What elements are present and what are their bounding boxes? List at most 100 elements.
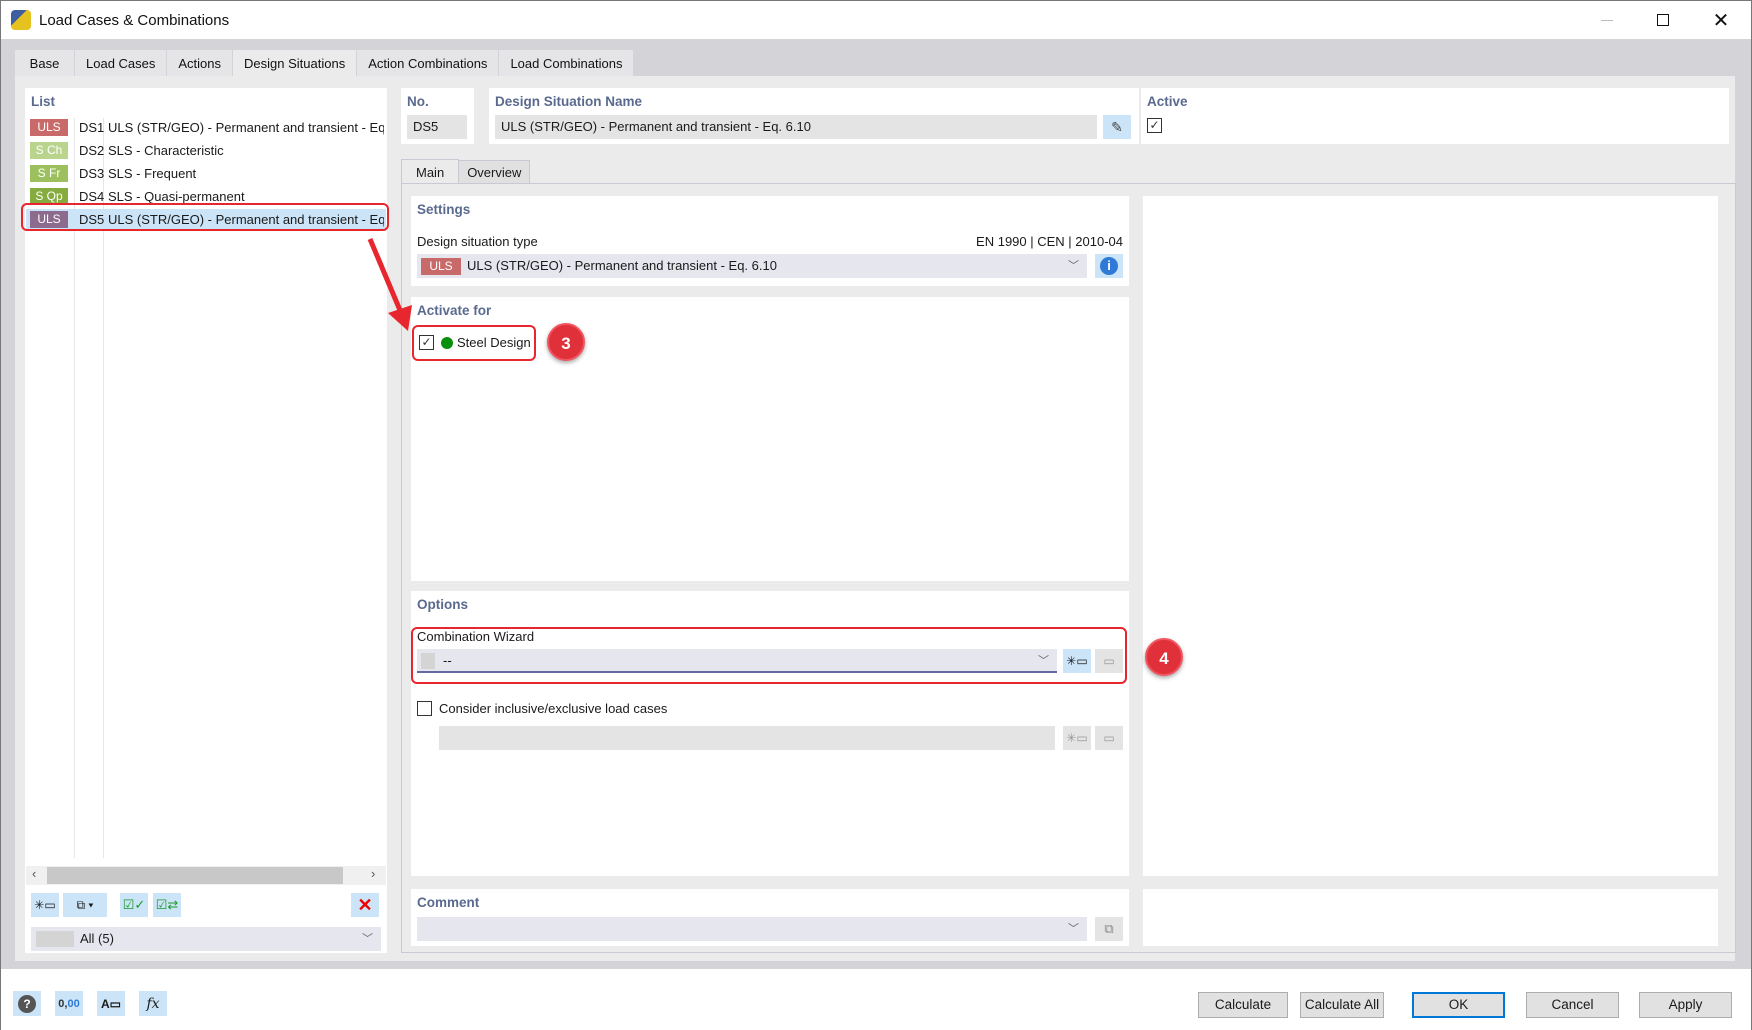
list-item-name: ULS (STR/GEO) - Permanent and transient … [108,120,384,135]
list-item-name: SLS - Quasi-permanent [108,189,245,204]
list-filter-select[interactable]: All (5) ﹀ [31,927,381,951]
filter-value: All (5) [80,931,114,946]
list-item[interactable]: S Ch DS2 SLS - Characteristic [26,140,386,162]
standard-label: EN 1990 | CEN | 2010-04 [976,234,1123,249]
help-button[interactable]: ? [13,991,41,1016]
list-item-id: DS4 [79,189,105,204]
active-panel: Active ✓ [1141,88,1729,144]
design-situation-type-select[interactable]: ULS ULS (STR/GEO) - Permanent and transi… [417,254,1087,278]
tab-design-situations[interactable]: Design Situations [233,50,358,77]
tab-load-combinations[interactable]: Load Combinations [499,50,635,76]
tab-load-cases[interactable]: Load Cases [75,50,168,76]
list-item-id: DS2 [79,143,105,158]
settings-panel: Settings Design situation type EN 1990 |… [411,196,1129,286]
edit-window-icon: ▭ [1103,731,1115,745]
formula-button[interactable]: fx [139,991,167,1016]
tab-actions[interactable]: Actions [167,50,234,76]
list-item-id: DS1 [79,120,105,135]
new-window-icon: ✳▭ [34,898,56,912]
active-label: Active [1147,94,1188,109]
number-label: No. [407,94,429,109]
list-item-name: SLS - Characteristic [108,143,224,158]
list-item-badge: S Fr [30,165,68,182]
copy-item-button[interactable]: ⧉ ▾ [63,893,107,917]
subtabs: Main Overview [401,159,531,184]
inclusive-exclusive-label: Consider inclusive/exclusive load cases [439,701,668,716]
highlight-selected-row [21,203,389,231]
type-value: ULS (STR/GEO) - Permanent and transient … [467,258,777,273]
maximize-button[interactable] [1635,1,1691,39]
display-properties-button[interactable]: A▭ [97,991,125,1016]
check-all-icon: ☑✓ [122,897,146,912]
list-item[interactable]: ULS DS1 ULS (STR/GEO) - Permanent and tran… [26,117,386,139]
comment-panel: Comment ﹀ ⧉ [411,889,1129,946]
chevron-down-icon: ﹀ [1068,923,1079,935]
scroll-right-icon[interactable]: › [371,866,375,881]
app-icon [11,10,31,30]
red-arrow-icon [367,238,412,331]
highlight-combination-wizard [411,627,1127,684]
list-item-name: SLS - Frequent [108,166,197,181]
type-badge: ULS [421,258,461,275]
delete-button[interactable]: ✕ [351,893,379,917]
filter-color-swatch [36,931,74,947]
preview-panel [1143,196,1718,876]
close-icon: ✕ [1712,9,1730,32]
list-item[interactable]: S Fr DS3 SLS - Frequent [26,163,386,185]
main-tabs: Base Load Cases Actions Design Situation… [15,50,635,77]
formula-eye-icon: fx [146,995,160,1012]
subtab-main[interactable]: Main [401,159,460,184]
check-all-button[interactable]: ☑✓ [120,893,148,917]
info-button[interactable]: i [1095,254,1123,278]
minimize-icon [1601,19,1613,21]
comment-copy-button[interactable]: ⧉ [1095,917,1123,941]
display-properties-icon: A▭ [100,996,121,1011]
copy-windows-icon: ⧉ ▾ [76,897,94,912]
subtab-overview[interactable]: Overview [459,160,531,184]
calculate-all-button[interactable]: Calculate All [1300,992,1384,1018]
new-window-icon: ✳▭ [1066,731,1088,745]
edit-pencil-icon: ✎ [1111,118,1123,135]
options-header: Options [417,597,468,612]
chevron-down-icon: ﹀ [1068,260,1079,272]
window-title: Load Cases & Combinations [39,11,230,29]
toggle-check-button[interactable]: ☑⇄ [153,893,181,917]
edit-name-button[interactable]: ✎ [1103,115,1131,139]
new-inclusive-button[interactable]: ✳▭ [1063,726,1091,750]
scrollbar-thumb[interactable] [47,867,343,884]
comment-header: Comment [417,895,480,910]
decimal-places-icon: 0,00 [58,997,80,1010]
number-field[interactable]: DS5 [407,115,467,139]
list-item-id: DS3 [79,166,105,181]
horizontal-scrollbar[interactable]: ‹ › [26,866,386,885]
comment-select[interactable]: ﹀ [417,917,1087,941]
name-field[interactable]: ULS (STR/GEO) - Permanent and transient … [495,115,1097,139]
calculate-button[interactable]: Calculate [1198,992,1288,1018]
cancel-button[interactable]: Cancel [1526,992,1619,1018]
number-panel: No. DS5 [401,88,474,144]
tab-action-combinations[interactable]: Action Combinations [357,50,500,76]
name-label: Design Situation Name [495,94,643,109]
preview-panel-bottom [1143,889,1718,946]
ok-button[interactable]: OK [1412,992,1505,1018]
scroll-left-icon[interactable]: ‹ [32,866,36,881]
inclusive-exclusive-checkbox[interactable] [417,701,432,716]
toggle-check-icon: ☑⇄ [155,897,179,912]
active-checkbox[interactable]: ✓ [1147,118,1162,133]
apply-button[interactable]: Apply [1639,992,1732,1018]
new-item-button[interactable]: ✳▭ [31,893,59,917]
list-item-badge: S Ch [30,142,68,159]
inclusive-exclusive-field[interactable] [439,726,1055,750]
settings-header: Settings [417,202,471,217]
maximize-icon [1657,14,1669,26]
delete-x-icon: ✕ [357,894,373,915]
tab-base[interactable]: Base [15,50,75,76]
title-bar: Load Cases & Combinations ✕ [1,1,1751,39]
info-icon: i [1100,257,1118,275]
edit-inclusive-button[interactable]: ▭ [1095,726,1123,750]
units-button[interactable]: 0,00 [55,991,83,1016]
minimize-button[interactable] [1579,1,1635,39]
close-button[interactable]: ✕ [1693,1,1749,39]
chevron-down-icon: ﹀ [362,933,373,945]
list-header: List [31,94,56,109]
